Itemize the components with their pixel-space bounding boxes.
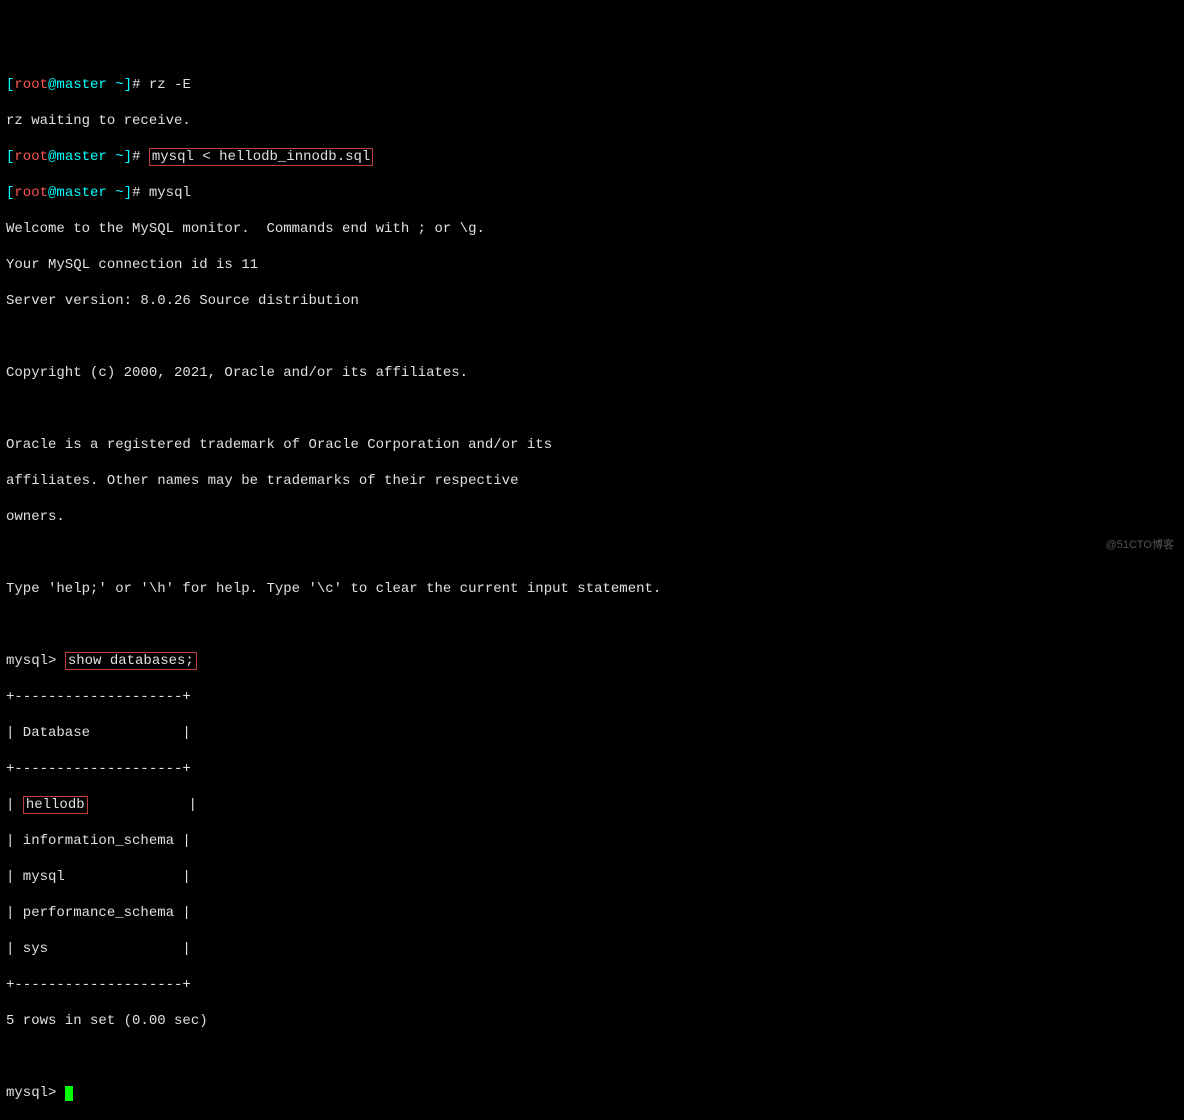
path: ~ bbox=[107, 77, 124, 93]
prompt-line-2: [root@master ~]# mysql < hellodb_innodb.… bbox=[6, 148, 1178, 166]
table-border-bottom: +--------------------+ bbox=[6, 976, 1178, 994]
table-row-hellodb: | hellodb | bbox=[6, 796, 1178, 814]
blank-line bbox=[6, 544, 1178, 562]
table-header: | Database | bbox=[6, 724, 1178, 742]
mysql-prompt: mysql> bbox=[6, 1085, 65, 1101]
mysql-welcome-3: Server version: 8.0.26 Source distributi… bbox=[6, 292, 1178, 310]
command-rz[interactable]: rz -E bbox=[149, 77, 191, 93]
table-row-performance-schema: | performance_schema | bbox=[6, 904, 1178, 922]
mysql-prompt-line-1: mysql> show databases; bbox=[6, 652, 1178, 670]
table-border-mid: +--------------------+ bbox=[6, 760, 1178, 778]
hostname: master bbox=[56, 77, 106, 93]
mysql-welcome-2: Your MySQL connection id is 11 bbox=[6, 256, 1178, 274]
prompt-line-1: [root@master ~]# rz -E bbox=[6, 76, 1178, 94]
mysql-trademark-3: owners. bbox=[6, 508, 1178, 526]
blank-line bbox=[6, 400, 1178, 418]
rz-output: rz waiting to receive. bbox=[6, 112, 1178, 130]
table-row-information-schema: | information_schema | bbox=[6, 832, 1178, 850]
mysql-help: Type 'help;' or '\h' for help. Type '\c'… bbox=[6, 580, 1178, 598]
watermark: @51CTO博客 bbox=[1106, 536, 1174, 554]
cursor-icon bbox=[65, 1086, 73, 1101]
blank-line bbox=[6, 1048, 1178, 1066]
mysql-prompt-line-2[interactable]: mysql> bbox=[6, 1084, 1178, 1102]
mysql-trademark-1: Oracle is a registered trademark of Orac… bbox=[6, 436, 1178, 454]
bracket-close: ] bbox=[124, 77, 132, 93]
mysql-welcome-1: Welcome to the MySQL monitor. Commands e… bbox=[6, 220, 1178, 238]
command-import-sql[interactable]: mysql < hellodb_innodb.sql bbox=[149, 148, 373, 166]
hash: # bbox=[132, 77, 149, 93]
mysql-trademark-2: affiliates. Other names may be trademark… bbox=[6, 472, 1178, 490]
prompt-line-3: [root@master ~]# mysql bbox=[6, 184, 1178, 202]
rows-summary: 5 rows in set (0.00 sec) bbox=[6, 1012, 1178, 1030]
command-show-databases[interactable]: show databases; bbox=[65, 652, 197, 670]
user: root bbox=[14, 77, 48, 93]
mysql-copyright: Copyright (c) 2000, 2021, Oracle and/or … bbox=[6, 364, 1178, 382]
mysql-prompt: mysql> bbox=[6, 653, 65, 669]
blank-line bbox=[6, 328, 1178, 346]
table-border-top: +--------------------+ bbox=[6, 688, 1178, 706]
table-row-mysql: | mysql | bbox=[6, 868, 1178, 886]
db-hellodb-highlight: hellodb bbox=[23, 796, 88, 814]
command-mysql[interactable]: mysql bbox=[149, 185, 191, 201]
blank-line bbox=[6, 616, 1178, 634]
table-row-sys: | sys | bbox=[6, 940, 1178, 958]
